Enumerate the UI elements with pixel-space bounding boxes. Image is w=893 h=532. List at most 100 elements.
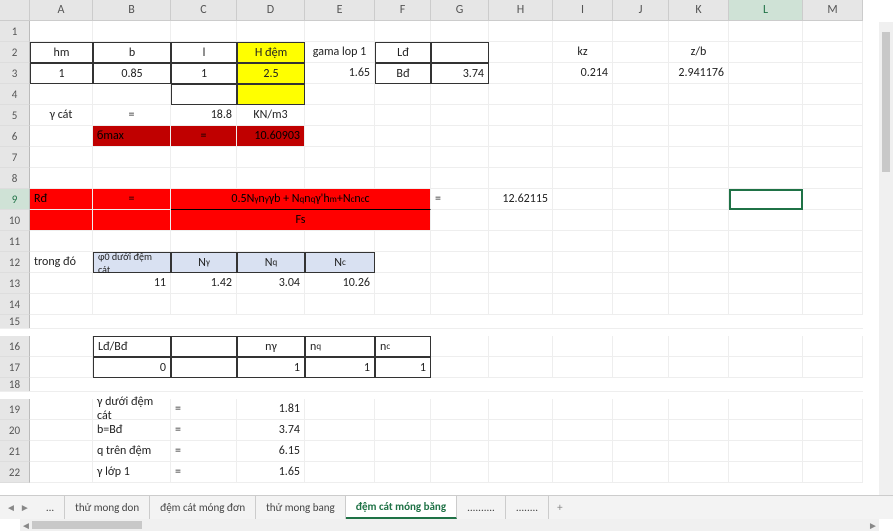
formula-denominator[interactable]: Fs bbox=[171, 210, 431, 231]
cell[interactable]: 2.5 bbox=[237, 63, 305, 84]
cell[interactable] bbox=[803, 42, 863, 63]
tab-dem-cat-mong-don[interactable]: đệm cát móng đơn bbox=[150, 496, 256, 519]
cell[interactable] bbox=[553, 84, 613, 105]
row-15[interactable]: 15 bbox=[0, 315, 30, 328]
cell[interactable] bbox=[171, 357, 237, 378]
cell[interactable] bbox=[375, 168, 431, 189]
cell[interactable] bbox=[803, 357, 863, 378]
cell[interactable] bbox=[613, 147, 669, 168]
row-10[interactable]: 10 bbox=[0, 210, 30, 231]
cell[interactable] bbox=[729, 252, 803, 273]
cell[interactable] bbox=[803, 462, 863, 483]
cell[interactable] bbox=[431, 252, 489, 273]
cell[interactable] bbox=[489, 105, 553, 126]
cell[interactable] bbox=[431, 462, 489, 483]
col-F[interactable]: F bbox=[375, 0, 431, 21]
cell[interactable] bbox=[613, 189, 669, 210]
cell[interactable] bbox=[669, 273, 729, 294]
cell[interactable] bbox=[171, 168, 237, 189]
col-J[interactable]: J bbox=[613, 0, 669, 21]
cell[interactable] bbox=[553, 105, 613, 126]
cell[interactable]: Nc bbox=[305, 252, 375, 273]
cell[interactable] bbox=[171, 336, 237, 357]
row-4[interactable]: 4 bbox=[0, 84, 30, 105]
cell[interactable] bbox=[553, 357, 613, 378]
cell[interactable] bbox=[669, 294, 729, 315]
cell[interactable]: Nγ bbox=[171, 252, 237, 273]
cell[interactable]: Bđ bbox=[375, 63, 431, 84]
cell[interactable] bbox=[729, 105, 803, 126]
cell[interactable] bbox=[489, 462, 553, 483]
cell[interactable] bbox=[30, 357, 93, 378]
cell[interactable] bbox=[669, 420, 729, 441]
cell[interactable]: = bbox=[171, 399, 237, 420]
cell[interactable] bbox=[489, 441, 553, 462]
cell[interactable] bbox=[489, 273, 553, 294]
tab-dem-cat-mong-bang[interactable]: đệm cát móng băng bbox=[346, 496, 457, 519]
cell[interactable] bbox=[30, 336, 93, 357]
cell[interactable] bbox=[30, 21, 93, 42]
cell[interactable] bbox=[30, 231, 93, 252]
tab-thu-mong-bang[interactable]: thử mong bang bbox=[256, 496, 346, 519]
cell[interactable]: 1.42 bbox=[171, 273, 237, 294]
cell[interactable]: 1 bbox=[237, 357, 305, 378]
cell[interactable] bbox=[375, 441, 431, 462]
cell[interactable]: 18.8 bbox=[171, 105, 237, 126]
cell[interactable] bbox=[553, 399, 613, 420]
row-12[interactable]: 12 bbox=[0, 252, 30, 273]
col-E[interactable]: E bbox=[305, 0, 375, 21]
cell[interactable]: nc bbox=[375, 336, 431, 357]
cell[interactable]: 0.214 bbox=[553, 63, 613, 84]
cell[interactable] bbox=[613, 21, 669, 42]
cell[interactable] bbox=[669, 105, 729, 126]
vertical-scrollbar[interactable] bbox=[879, 22, 893, 495]
cell[interactable] bbox=[729, 462, 803, 483]
cell[interactable] bbox=[803, 273, 863, 294]
cell[interactable] bbox=[305, 231, 375, 252]
scroll-right-icon[interactable]: ► bbox=[867, 519, 879, 532]
cell[interactable] bbox=[669, 357, 729, 378]
cell[interactable] bbox=[613, 294, 669, 315]
tab-extra-2[interactable]: ........ bbox=[506, 496, 549, 519]
vscroll-thumb[interactable] bbox=[882, 32, 890, 172]
cell[interactable] bbox=[489, 294, 553, 315]
cell[interactable] bbox=[613, 420, 669, 441]
cell[interactable] bbox=[729, 294, 803, 315]
row-1[interactable]: 1 bbox=[0, 21, 30, 42]
cell[interactable] bbox=[803, 252, 863, 273]
cell[interactable] bbox=[803, 105, 863, 126]
cell[interactable]: 10.60903 bbox=[237, 126, 305, 147]
cell[interactable] bbox=[171, 147, 237, 168]
cell[interactable] bbox=[553, 420, 613, 441]
tab-nav-last-icon[interactable]: ► bbox=[20, 501, 30, 514]
col-H[interactable]: H bbox=[489, 0, 553, 21]
cell[interactable] bbox=[30, 147, 93, 168]
cell[interactable] bbox=[431, 399, 489, 420]
cell[interactable] bbox=[729, 420, 803, 441]
cell[interactable] bbox=[305, 462, 375, 483]
cell[interactable] bbox=[669, 210, 729, 231]
cell[interactable] bbox=[613, 42, 669, 63]
scroll-thumb[interactable] bbox=[32, 521, 142, 529]
cell[interactable] bbox=[803, 84, 863, 105]
cell[interactable] bbox=[489, 42, 553, 63]
cell[interactable] bbox=[613, 462, 669, 483]
cell[interactable] bbox=[803, 168, 863, 189]
cell[interactable] bbox=[729, 210, 803, 231]
cell[interactable]: γ lớp 1 bbox=[93, 462, 171, 483]
cell[interactable] bbox=[613, 273, 669, 294]
cell[interactable] bbox=[431, 105, 489, 126]
horizontal-scrollbar[interactable]: ◄ ► bbox=[20, 519, 879, 531]
cell[interactable] bbox=[669, 147, 729, 168]
cell[interactable]: φ0 dưới đệm cát bbox=[93, 252, 171, 273]
cell[interactable] bbox=[729, 63, 803, 84]
cell[interactable]: nγ bbox=[237, 336, 305, 357]
cell[interactable]: H đệm bbox=[237, 42, 305, 63]
cell[interactable]: = bbox=[171, 420, 237, 441]
cell[interactable]: 3.04 bbox=[237, 273, 305, 294]
col-K[interactable]: K bbox=[669, 0, 729, 21]
cell[interactable]: = bbox=[171, 441, 237, 462]
cell[interactable] bbox=[375, 105, 431, 126]
cell[interactable] bbox=[375, 231, 431, 252]
cell[interactable] bbox=[669, 252, 729, 273]
